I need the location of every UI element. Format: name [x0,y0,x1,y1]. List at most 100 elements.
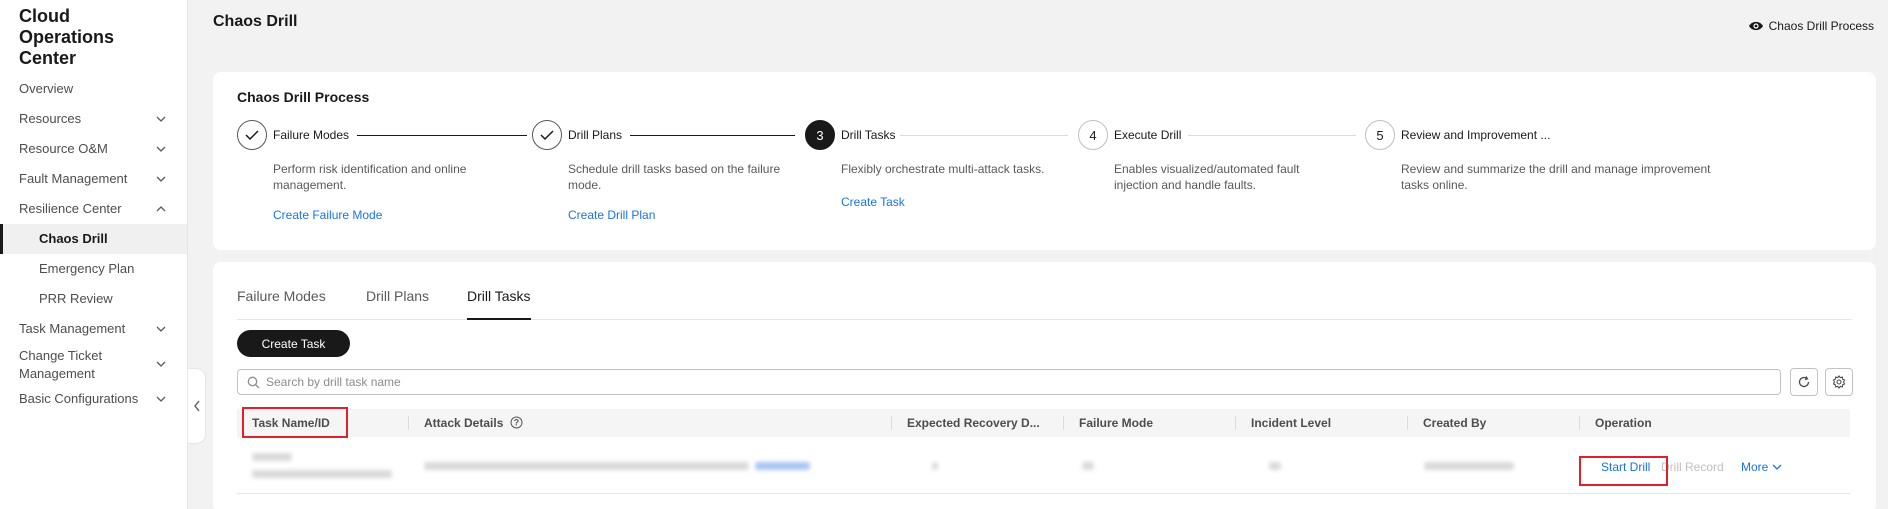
sidebar-item-label: Change Ticket Management [19,348,103,381]
step-number: 5 [1365,120,1395,150]
sidebar-item-basic-configurations[interactable]: Basic Configurations [0,384,187,414]
sidebar-collapse-button[interactable] [188,368,206,444]
column-header-expected-recovery[interactable]: Expected Recovery D... [907,409,1040,437]
column-divider [1579,416,1580,430]
refresh-button[interactable] [1790,368,1818,396]
sidebar-item-label: Basic Configurations [19,391,139,406]
chevron-down-icon [156,326,166,332]
eye-icon [1748,21,1763,31]
sidebar-item-label: Resources [19,111,82,126]
more-label: More [1741,460,1769,474]
sidebar-item-label: Chaos Drill [39,231,108,246]
chevron-down-icon [156,146,166,152]
sidebar-item-label: PRR Review [39,291,113,306]
sidebar-item-label: Task Management [19,321,126,336]
attack-details-redacted [424,462,749,470]
tab-drill-plans[interactable]: Drill Plans [366,288,429,320]
chaos-drill-process-label: Chaos Drill Process [1768,19,1874,33]
search-input[interactable] [266,375,1746,389]
failure-mode-redacted [1082,462,1094,470]
drill-record-link: Drill Record [1661,460,1724,474]
sidebar-item-resources[interactable]: Resources [0,104,187,134]
settings-button[interactable] [1825,368,1853,396]
table-header: Task Name/ID Attack Details ? Expected R… [237,409,1850,437]
check-icon [245,130,259,141]
column-divider [1063,416,1064,430]
help-icon[interactable]: ? [510,416,523,429]
tab-failure-modes[interactable]: Failure Modes [237,288,326,320]
tab-drill-tasks[interactable]: Drill Tasks [467,288,531,320]
step-done-indicator [237,120,267,150]
sidebar-item-chaos-drill[interactable]: Chaos Drill [0,224,187,254]
column-divider [891,416,892,430]
step-title: Review and Improvement ... [1401,128,1551,142]
step-connector [357,135,527,136]
column-header-label: Attack Details [424,416,504,430]
step-title: Drill Plans [568,128,623,142]
incident-level-redacted [1269,462,1281,470]
chevron-down-icon [156,361,166,367]
column-header-created-by[interactable]: Created By [1423,409,1486,437]
app-title: Cloud Operations Center [19,6,115,68]
sidebar-item-prr-review[interactable]: PRR Review [0,284,187,314]
step-connector [630,135,795,136]
step-description: Enables visualized/automated fault injec… [1114,162,1300,192]
sidebar-item-fault-management[interactable]: Fault Management [0,164,187,194]
svg-text:?: ? [513,418,519,428]
page-title: Chaos Drill [213,13,298,30]
refresh-icon [1798,376,1810,388]
process-title: Chaos Drill Process [237,89,370,105]
sidebar-item-label: Fault Management [19,171,128,186]
step-description: Schedule drill tasks based on the failur… [568,162,781,192]
sidebar-item-emergency-plan[interactable]: Emergency Plan [0,254,187,284]
column-divider [1407,416,1408,430]
sidebar-item-change-ticket-management[interactable]: Change Ticket Management [0,344,187,384]
step-description: Flexibly orchestrate multi-attack tasks. [841,162,1045,176]
step-title: Execute Drill [1114,128,1182,142]
task-name-redacted [252,453,292,461]
sidebar: Cloud Operations Center Overview Resourc… [0,0,188,509]
sidebar-item-resilience-center[interactable]: Resilience Center [0,194,187,224]
sidebar-item-overview[interactable]: Overview [0,74,187,104]
highlight-task-name-column [242,407,348,438]
step-title: Drill Tasks [841,128,896,142]
chevron-down-icon [1772,464,1782,470]
chevron-left-icon [193,400,200,412]
chaos-drill-process-link[interactable]: Chaos Drill Process [1748,19,1874,33]
sidebar-item-task-management[interactable]: Task Management [0,314,187,344]
create-drill-plan-link[interactable]: Create Drill Plan [568,208,655,222]
highlight-start-drill [1579,456,1668,486]
column-divider [1235,416,1236,430]
created-by-redacted [1424,462,1514,470]
step-done-indicator [532,120,562,150]
create-task-button[interactable]: Create Task [237,330,350,357]
chevron-down-icon [156,116,166,122]
create-task-link[interactable]: Create Task [841,195,905,209]
step-description: Review and summarize the drill and manag… [1401,162,1711,192]
step-connector [900,135,1068,136]
sidebar-item-resource-om[interactable]: Resource O&M [0,134,187,164]
chevron-up-icon [156,206,166,212]
step-number: 4 [1078,120,1108,150]
chevron-down-icon [156,396,166,402]
process-card: Chaos Drill Process Failure Modes Perfor… [213,72,1876,250]
column-divider [408,416,409,430]
tab-bar: Failure Modes Drill Plans Drill Tasks [237,288,1852,320]
step-description: Perform risk identification and online m… [273,162,467,192]
column-header-operation: Operation [1595,416,1652,430]
chevron-down-icon [156,176,166,182]
sidebar-nav: Overview Resources Resource O&M Fault Ma… [0,74,187,414]
sidebar-item-label: Overview [19,81,74,96]
expected-recovery-redacted [932,462,938,470]
sidebar-item-label: Resource O&M [19,141,108,156]
column-header-attack-details[interactable]: Attack Details ? [424,409,523,437]
sidebar-item-label: Resilience Center [19,201,122,216]
step-title: Failure Modes [273,128,350,142]
create-failure-mode-link[interactable]: Create Failure Mode [273,208,382,222]
column-header-incident-level[interactable]: Incident Level [1251,409,1331,437]
check-icon [540,130,554,141]
view-details-redacted [755,462,810,470]
column-header-failure-mode[interactable]: Failure Mode [1079,409,1153,437]
more-menu[interactable]: More [1741,460,1782,474]
task-id-redacted [252,470,392,478]
